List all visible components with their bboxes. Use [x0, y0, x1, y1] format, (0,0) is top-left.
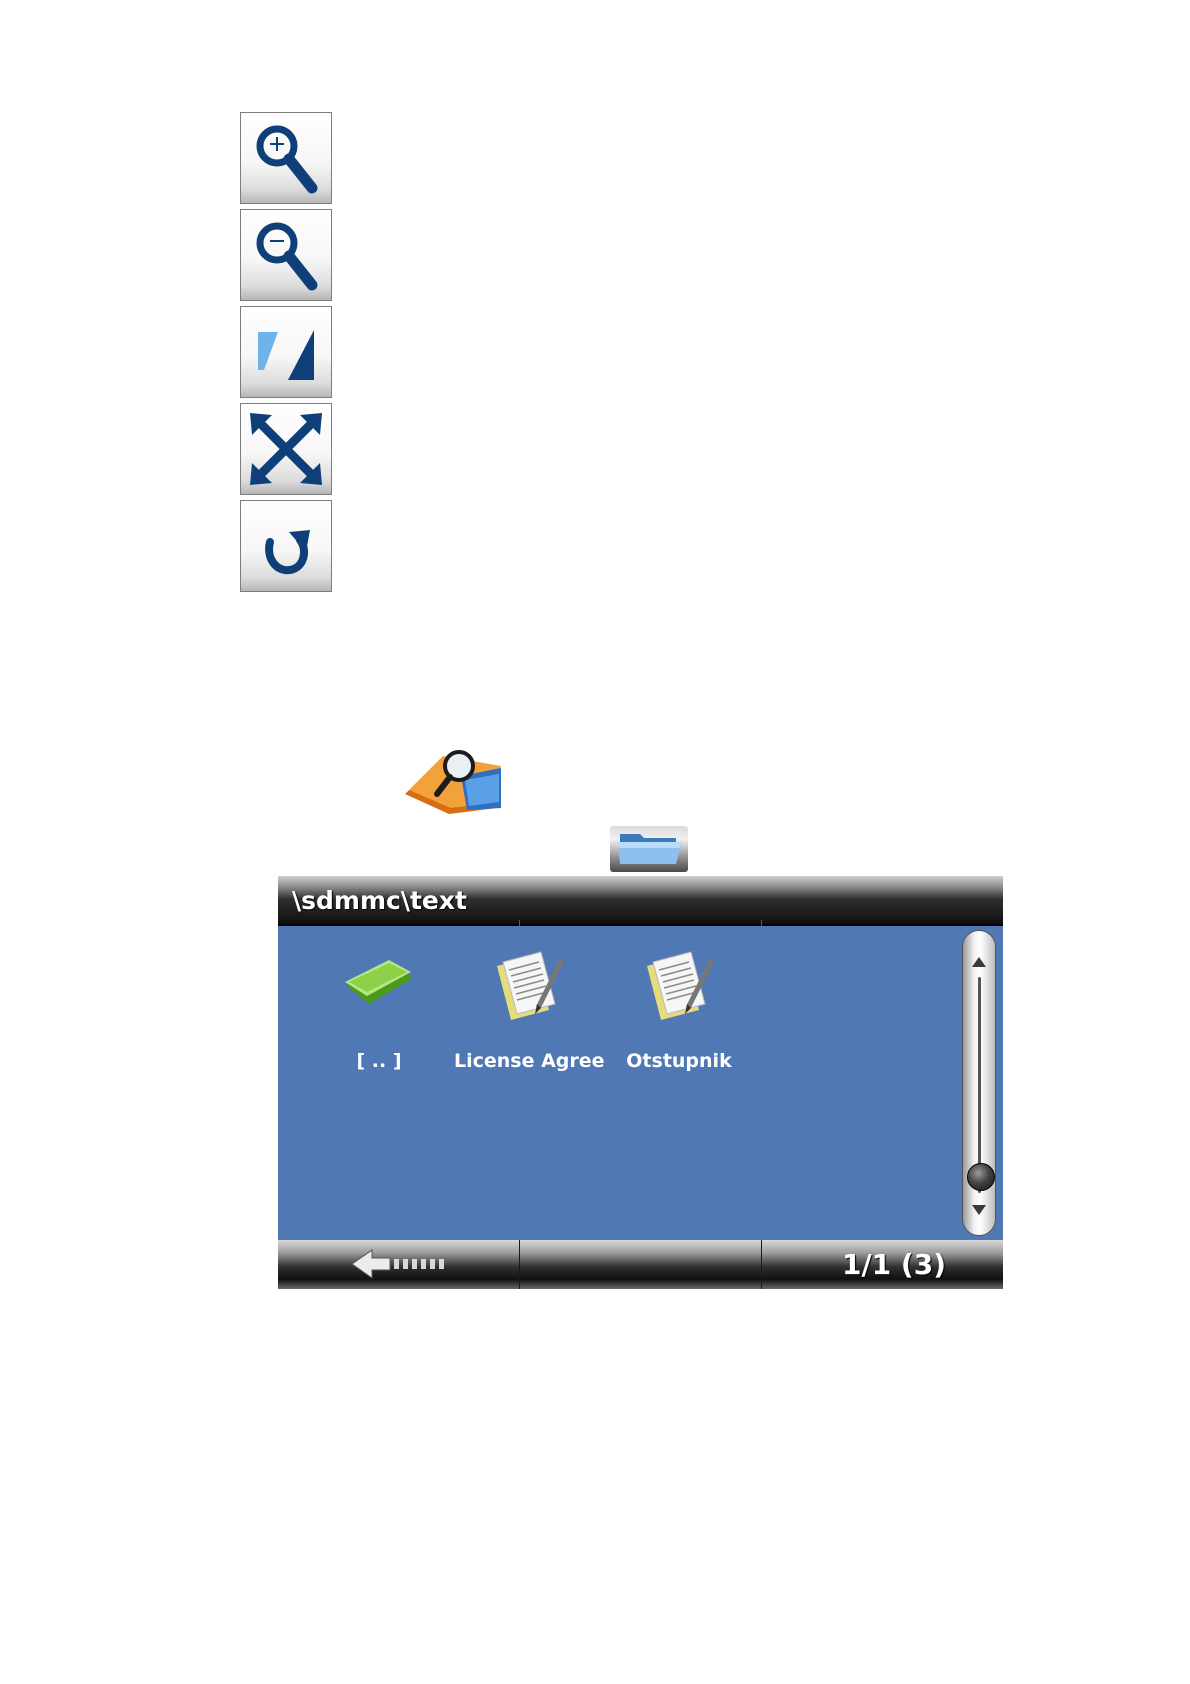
- zoom-in-icon: [256, 125, 318, 194]
- folder-open-icon: [618, 834, 682, 864]
- fullscreen-button[interactable]: [240, 403, 332, 495]
- contrast-button[interactable]: [240, 306, 332, 398]
- vertical-scrollbar[interactable]: [962, 930, 996, 1236]
- file-list: [ .. ] License Agree Otstupnik: [278, 926, 956, 1240]
- document-search-icon[interactable]: [405, 748, 501, 814]
- file-label: Otstupnik: [626, 1050, 732, 1072]
- file-browser: \sdmmc\text [ .. ] License Agree Otstupn…: [278, 876, 1003, 1289]
- text-document-icon: [647, 951, 714, 1020]
- zoom-out-icon: [256, 222, 318, 291]
- file-label: License Agreement: [454, 1050, 604, 1072]
- open-folder-button[interactable]: [610, 826, 688, 872]
- footer-divider: [519, 1240, 520, 1289]
- file-label: [ .. ]: [356, 1050, 402, 1072]
- footer-divider: [761, 1240, 762, 1289]
- file-item-license-agreement[interactable]: License Agreement: [454, 926, 604, 1072]
- browser-header: \sdmmc\text: [278, 876, 1003, 926]
- contrast-icon: [258, 330, 314, 380]
- page: \sdmmc\text [ .. ] License Agree Otstupn…: [0, 0, 1190, 1684]
- scroll-down-arrow-icon[interactable]: [972, 1205, 986, 1215]
- rotate-icon: [265, 530, 310, 575]
- scroll-up-arrow-icon[interactable]: [972, 957, 986, 967]
- parent-folder-icon: [345, 960, 413, 1004]
- zoom-out-button[interactable]: [240, 209, 332, 301]
- text-document-icon: [497, 951, 564, 1020]
- file-item-otstupnik[interactable]: Otstupnik: [604, 926, 754, 1072]
- zoom-in-button[interactable]: [240, 112, 332, 204]
- file-item-parent-folder[interactable]: [ .. ]: [304, 926, 454, 1072]
- rotate-button[interactable]: [240, 500, 332, 592]
- browser-footer: 1/1 (3): [278, 1240, 1003, 1289]
- scroll-thumb[interactable]: [967, 1163, 995, 1191]
- scroll-track[interactable]: [978, 977, 981, 1193]
- expand-arrows-icon: [250, 413, 322, 485]
- current-path: \sdmmc\text: [292, 886, 467, 915]
- back-arrow-icon[interactable]: [352, 1248, 448, 1280]
- page-counter: 1/1 (3): [841, 1248, 946, 1281]
